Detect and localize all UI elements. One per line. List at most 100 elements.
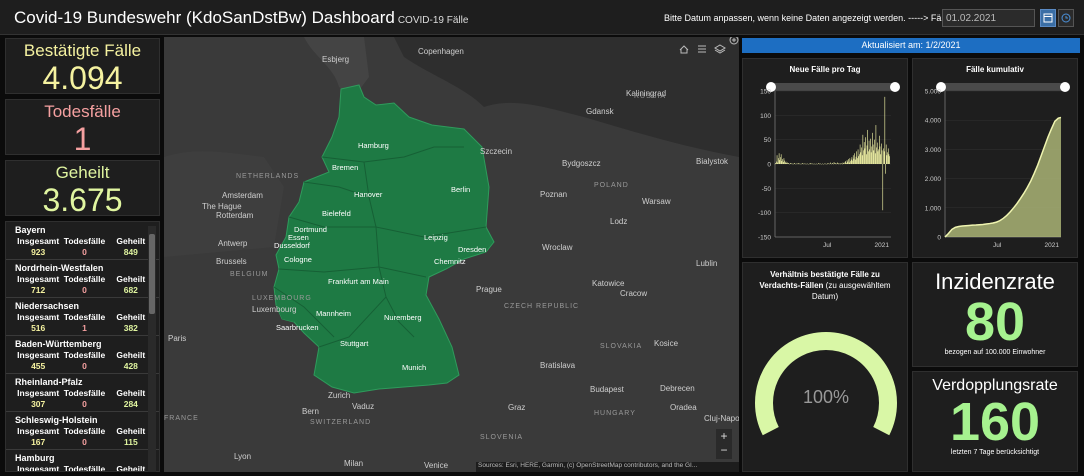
daily-bar <box>787 162 788 164</box>
range-slider-track[interactable] <box>939 83 1067 91</box>
y-tick-label: 2.000 <box>925 176 942 183</box>
daily-bar <box>790 163 792 164</box>
cumulative-chart[interactable]: 5.000 4.000 3.000 2.000 1.000 0 Jul 2021 <box>913 77 1079 257</box>
state-header-row: Insgesamt Todesfälle Geheilt <box>15 236 154 246</box>
daily-bar <box>869 149 871 164</box>
state-deaths: 0 <box>82 247 87 257</box>
state-list-item[interactable]: Nordrhein-Westfalen Insgesamt Todesfälle Ge… <box>6 260 159 298</box>
daily-bar <box>863 150 864 164</box>
range-slider-handle-end[interactable] <box>890 82 900 92</box>
daily-bar <box>868 151 869 164</box>
state-list-item[interactable]: Schleswig-Holstein Insgesamt Todesfälle Geh… <box>6 412 159 450</box>
incidence-caption: bezogen auf 100.000 Einwohner <box>944 349 1046 356</box>
daily-bar <box>781 161 783 164</box>
map-city-label: Rotterdam <box>216 211 254 220</box>
map-city-label: Bialystok <box>696 157 729 166</box>
map-city-label: Kosice <box>654 339 679 348</box>
zoom-out-button[interactable]: − <box>716 444 732 459</box>
state-header-row: Insgesamt Todesfälle Geheilt <box>15 312 154 322</box>
map-de-city-label: Dusseldorf <box>274 241 310 250</box>
daily-bar <box>872 132 873 164</box>
daily-bar <box>879 135 880 164</box>
state-total: 923 <box>31 247 46 257</box>
daily-bar <box>889 156 890 164</box>
state-values-row: 712 0 682 <box>15 285 154 295</box>
state-total: 516 <box>31 323 46 333</box>
state-values-row: 307 0 284 <box>15 399 154 409</box>
range-slider-track[interactable] <box>769 83 897 91</box>
map-city-label: Antwerp <box>218 239 248 248</box>
daily-bar <box>886 155 888 164</box>
daily-bar <box>845 161 847 164</box>
map-canvas[interactable] <box>164 37 739 472</box>
map-city-label: Esbjerg <box>322 55 350 64</box>
range-slider-handle-end[interactable] <box>1060 82 1070 92</box>
state-list-item[interactable]: Bayern Insgesamt Todesfälle Geheilt 923 0 849 <box>6 222 159 260</box>
daily-bar <box>865 137 866 164</box>
daily-bar <box>870 152 872 164</box>
calendar-button[interactable] <box>1040 9 1056 27</box>
expand-button[interactable] <box>726 37 739 50</box>
y-tick-label: 100 <box>760 113 771 120</box>
map-city-label: Gdansk <box>586 107 614 116</box>
date-input[interactable] <box>942 9 1035 27</box>
legend-button[interactable] <box>694 43 710 59</box>
daily-bar <box>859 144 861 164</box>
col-deaths-label: Todesfälle <box>63 350 106 360</box>
col-total-label: Insgesamt <box>17 426 60 436</box>
daily-bar <box>887 148 889 164</box>
map-city-label: Cluj-Napoca <box>704 414 739 423</box>
map-de-city-label: Stuttgart <box>340 339 369 348</box>
daily-bar <box>827 163 829 164</box>
daily-bar <box>855 156 857 164</box>
confirmed-label: Bestätigte Fälle <box>23 41 142 60</box>
map-city-label: Vaduz <box>352 402 375 411</box>
daily-bar <box>850 161 851 164</box>
state-list[interactable]: Bayern Insgesamt Todesfälle Geheilt 923 0 849 N… <box>5 221 160 472</box>
y-tick-label: 150 <box>760 89 771 96</box>
state-header-row: Insgesamt Todesfälle Geheilt <box>15 274 154 284</box>
daily-bar <box>788 163 790 164</box>
map-city-label: Amsterdam <box>222 191 263 200</box>
map-country-label: BELGIUM <box>230 271 269 278</box>
map-view[interactable]: Copenhagen Esbjerg Kaliningrad Gdansk Szczec… <box>164 37 739 472</box>
daily-bar <box>853 158 855 164</box>
col-deaths-label: Todesfälle <box>63 426 106 436</box>
daily-bar <box>857 149 859 164</box>
home-button[interactable] <box>676 43 692 59</box>
map-de-city-label: Bremen <box>332 163 359 172</box>
map-de-city-label: Hamburg <box>358 141 389 150</box>
daily-bar <box>854 153 855 164</box>
scrollbar-thumb[interactable] <box>149 234 155 314</box>
daily-bar <box>877 151 879 164</box>
state-list-item[interactable]: Baden-Württemberg Insgesamt Todesfälle Gehe… <box>6 336 159 374</box>
incidence-panel: Inzidenzrate 80 bezogen auf 100.000 Einw… <box>912 262 1078 367</box>
zoom-in-button[interactable]: + <box>716 429 732 444</box>
col-deaths-label: Todesfälle <box>63 388 106 398</box>
daily-bar <box>852 160 853 164</box>
daily-bar <box>858 156 860 164</box>
deaths-value: 1 <box>73 121 92 157</box>
daily-bar <box>887 152 888 164</box>
daily-bar <box>833 162 835 164</box>
daily-bar <box>878 149 879 164</box>
deaths-label: Todesfälle <box>44 102 121 121</box>
daily-bar <box>782 159 783 164</box>
state-list-scrollbar[interactable] <box>148 226 156 472</box>
daily-bar <box>852 155 854 164</box>
daily-bar <box>888 154 890 164</box>
state-list-item[interactable]: Hamburg Insgesamt Todesfälle Geheilt <box>6 450 159 471</box>
y-tick-label: 50 <box>764 137 772 144</box>
state-total: 167 <box>31 437 46 447</box>
time-button[interactable] <box>1058 9 1074 27</box>
cumulative-panel: Fälle kumulativ 5.000 4.000 3.000 2.000 1.00… <box>912 58 1078 258</box>
map-de-city-label: Saarbrucken <box>276 323 319 332</box>
daily-bar <box>861 155 863 164</box>
daily-cases-chart[interactable]: 150 100 50 0 -50 -100 -150 Jul 2021 <box>743 77 909 257</box>
state-list-item[interactable]: Rheinland-Pfalz Insgesamt Todesfälle Geheil… <box>6 374 159 412</box>
map-country-label: SWITZERLAND <box>310 419 372 426</box>
map-city-label: Wroclaw <box>542 243 573 252</box>
state-list-item[interactable]: Niedersachsen Insgesamt Todesfälle Geheilt 5… <box>6 298 159 336</box>
x-tick-label: 2021 <box>874 242 889 249</box>
daily-bar <box>847 161 849 164</box>
